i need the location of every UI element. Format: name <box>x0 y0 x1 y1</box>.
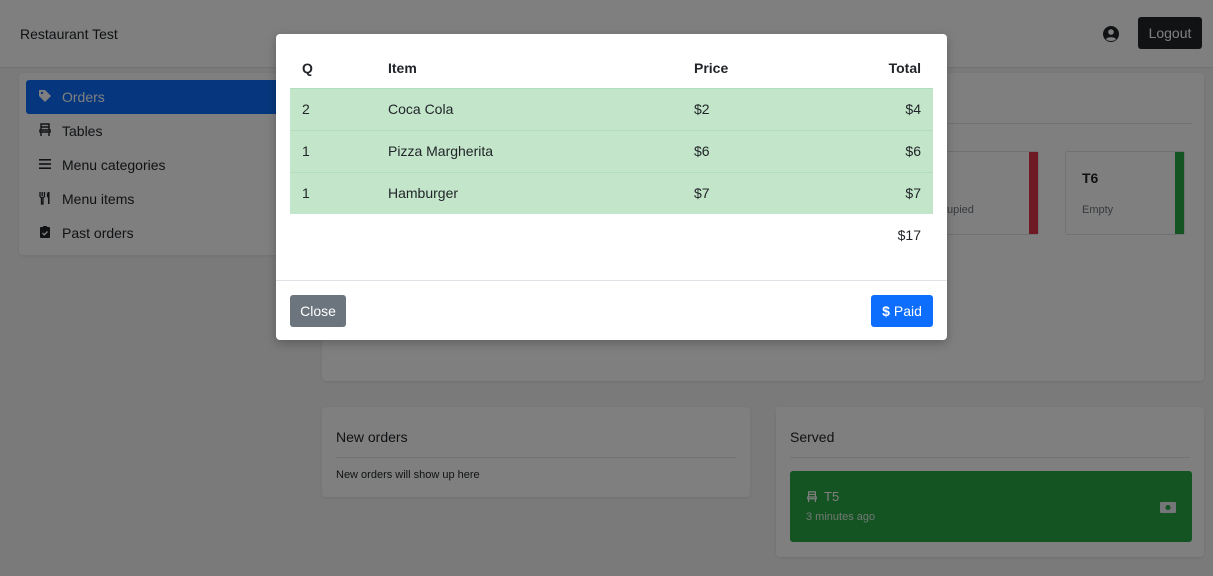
empty-cell <box>376 214 682 256</box>
table-header-row: Q Item Price Total <box>290 48 933 88</box>
cell-item: Pizza Margherita <box>376 129 682 172</box>
modal-footer-divider <box>276 280 947 281</box>
empty-cell <box>682 214 832 256</box>
table-row: 1 Pizza Margherita $6 $6 <box>290 129 933 172</box>
cell-item: Coca Cola <box>376 87 682 130</box>
grand-total-row: $17 <box>290 214 933 256</box>
table-row: 1 Hamburger $7 $7 <box>290 171 933 214</box>
cell-total: $7 <box>832 171 933 214</box>
cell-price: $6 <box>682 129 832 172</box>
order-modal: Q Item Price Total 2 Coca Cola $2 $4 1 P… <box>276 34 947 340</box>
cell-q: 2 <box>290 87 376 130</box>
cell-price: $2 <box>682 87 832 130</box>
table-row: 2 Coca Cola $2 $4 <box>290 87 933 130</box>
cell-q: 1 <box>290 171 376 214</box>
paid-button-label: Paid <box>893 303 922 319</box>
cell-item: Hamburger <box>376 171 682 214</box>
empty-cell <box>290 214 376 256</box>
column-header-q: Q <box>302 59 313 76</box>
order-items-table: Q Item Price Total 2 Coca Cola $2 $4 1 P… <box>290 48 933 256</box>
column-header-total: Total <box>888 59 921 76</box>
dollar-icon: $ <box>882 303 890 319</box>
close-button[interactable]: Close <box>290 295 346 327</box>
paid-button[interactable]: $ Paid <box>871 295 933 327</box>
column-header-item: Item <box>388 59 417 76</box>
cell-total: $4 <box>832 87 933 130</box>
cell-total: $6 <box>832 129 933 172</box>
cell-price: $7 <box>682 171 832 214</box>
cell-q: 1 <box>290 129 376 172</box>
app-root: Restaurant Test Logout Orders Tables Men… <box>0 0 1213 576</box>
grand-total: $17 <box>832 214 933 256</box>
column-header-price: Price <box>694 59 729 76</box>
